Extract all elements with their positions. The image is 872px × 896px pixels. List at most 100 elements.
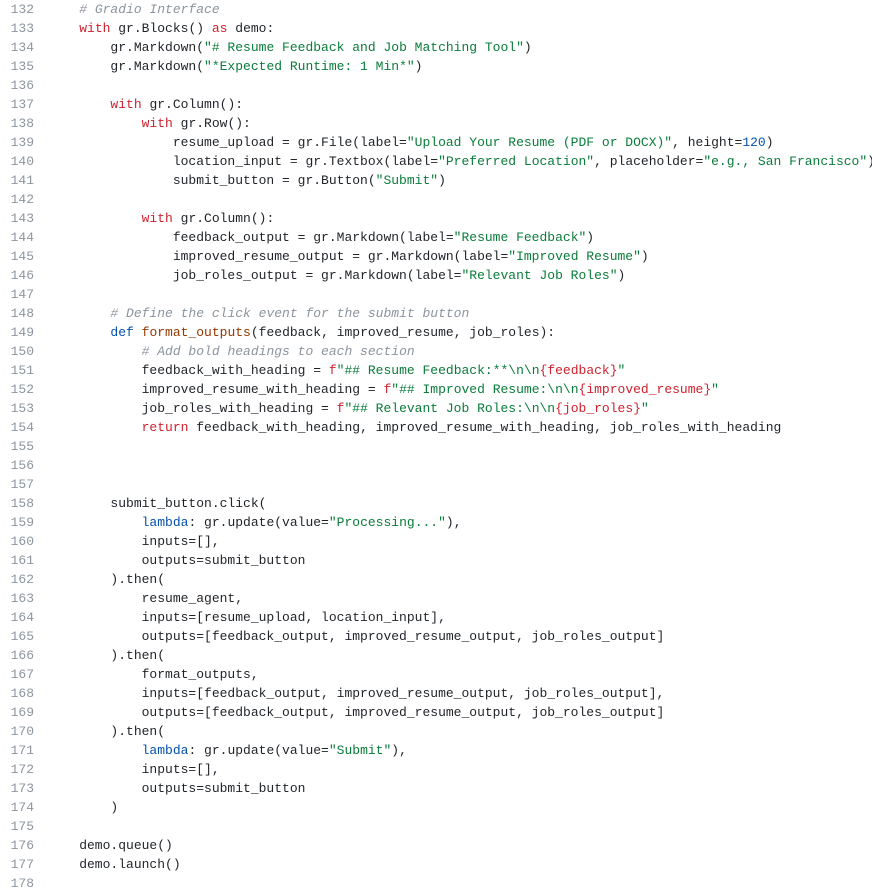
code-line[interactable]: 177 demo.launch() (0, 855, 872, 874)
code-line[interactable]: 135 gr.Markdown("*Expected Runtime: 1 Mi… (0, 57, 872, 76)
code-line[interactable]: 139 resume_upload = gr.File(label="Uploa… (0, 133, 872, 152)
code-content[interactable]: inputs=[], (48, 532, 872, 551)
code-line[interactable]: 153 job_roles_with_heading = f"## Releva… (0, 399, 872, 418)
code-line[interactable]: 161 outputs=submit_button (0, 551, 872, 570)
code-line[interactable]: 141 submit_button = gr.Button("Submit") (0, 171, 872, 190)
code-content[interactable]: return feedback_with_heading, improved_r… (48, 418, 872, 437)
code-line[interactable]: 174 ) (0, 798, 872, 817)
code-line[interactable]: 176 demo.queue() (0, 836, 872, 855)
code-line[interactable]: 137 with gr.Column(): (0, 95, 872, 114)
code-content[interactable]: ).then( (48, 646, 872, 665)
code-content[interactable]: job_roles_output = gr.Markdown(label="Re… (48, 266, 872, 285)
code-content[interactable]: feedback_output = gr.Markdown(label="Res… (48, 228, 872, 247)
code-content[interactable]: lambda: gr.update(value="Processing...")… (48, 513, 872, 532)
code-line[interactable]: 136 (0, 76, 872, 95)
line-number: 174 (0, 798, 48, 817)
code-line[interactable]: 142 (0, 190, 872, 209)
code-content[interactable]: demo.queue() (48, 836, 872, 855)
code-line[interactable]: 145 improved_resume_output = gr.Markdown… (0, 247, 872, 266)
code-content[interactable] (48, 76, 872, 95)
code-line[interactable]: 132 # Gradio Interface (0, 0, 872, 19)
code-line[interactable]: 160 inputs=[], (0, 532, 872, 551)
code-line[interactable]: 170 ).then( (0, 722, 872, 741)
code-line[interactable]: 140 location_input = gr.Textbox(label="P… (0, 152, 872, 171)
code-content[interactable]: resume_upload = gr.File(label="Upload Yo… (48, 133, 872, 152)
code-content[interactable] (48, 190, 872, 209)
code-content[interactable] (48, 285, 872, 304)
code-line[interactable]: 143 with gr.Column(): (0, 209, 872, 228)
code-content[interactable]: with gr.Blocks() as demo: (48, 19, 872, 38)
code-line[interactable]: 154 return feedback_with_heading, improv… (0, 418, 872, 437)
code-line[interactable]: 138 with gr.Row(): (0, 114, 872, 133)
code-line[interactable]: 134 gr.Markdown("# Resume Feedback and J… (0, 38, 872, 57)
code-line[interactable]: 150 # Add bold headings to each section (0, 342, 872, 361)
code-content[interactable]: with gr.Column(): (48, 209, 872, 228)
code-content[interactable]: inputs=[], (48, 760, 872, 779)
code-content[interactable]: submit_button = gr.Button("Submit") (48, 171, 872, 190)
code-content[interactable]: demo.launch() (48, 855, 872, 874)
code-line[interactable]: 147 (0, 285, 872, 304)
code-content[interactable]: inputs=[feedback_output, improved_resume… (48, 684, 872, 703)
line-number: 178 (0, 874, 48, 893)
code-content[interactable]: improved_resume_output = gr.Markdown(lab… (48, 247, 872, 266)
code-line[interactable]: 133 with gr.Blocks() as demo: (0, 19, 872, 38)
code-line[interactable]: 163 resume_agent, (0, 589, 872, 608)
code-content[interactable]: job_roles_with_heading = f"## Relevant J… (48, 399, 872, 418)
code-content[interactable]: gr.Markdown("*Expected Runtime: 1 Min*") (48, 57, 872, 76)
code-content[interactable]: outputs=[feedback_output, improved_resum… (48, 703, 872, 722)
code-content[interactable]: # Gradio Interface (48, 0, 872, 19)
code-content[interactable]: submit_button.click( (48, 494, 872, 513)
code-content[interactable] (48, 475, 872, 494)
code-line[interactable]: 144 feedback_output = gr.Markdown(label=… (0, 228, 872, 247)
code-line[interactable]: 156 (0, 456, 872, 475)
code-content[interactable]: format_outputs, (48, 665, 872, 684)
code-content[interactable]: def format_outputs(feedback, improved_re… (48, 323, 872, 342)
code-content[interactable] (48, 437, 872, 456)
code-content[interactable]: feedback_with_heading = f"## Resume Feed… (48, 361, 872, 380)
code-line[interactable]: 171 lambda: gr.update(value="Submit"), (0, 741, 872, 760)
code-line[interactable]: 149 def format_outputs(feedback, improve… (0, 323, 872, 342)
code-content[interactable]: with gr.Row(): (48, 114, 872, 133)
code-line[interactable]: 159 lambda: gr.update(value="Processing.… (0, 513, 872, 532)
code-content[interactable]: # Define the click event for the submit … (48, 304, 872, 323)
line-number: 146 (0, 266, 48, 285)
code-line[interactable]: 157 (0, 475, 872, 494)
code-line[interactable]: 155 (0, 437, 872, 456)
code-content[interactable]: ) (48, 798, 872, 817)
code-line[interactable]: 168 inputs=[feedback_output, improved_re… (0, 684, 872, 703)
code-content[interactable]: improved_resume_with_heading = f"## Impr… (48, 380, 872, 399)
code-line[interactable]: 169 outputs=[feedback_output, improved_r… (0, 703, 872, 722)
code-line[interactable]: 164 inputs=[resume_upload, location_inpu… (0, 608, 872, 627)
code-content[interactable]: ).then( (48, 722, 872, 741)
code-line[interactable]: 148 # Define the click event for the sub… (0, 304, 872, 323)
code-content[interactable] (48, 874, 872, 893)
code-line[interactable]: 172 inputs=[], (0, 760, 872, 779)
code-content[interactable]: outputs=[feedback_output, improved_resum… (48, 627, 872, 646)
code-line[interactable]: 146 job_roles_output = gr.Markdown(label… (0, 266, 872, 285)
code-content[interactable]: location_input = gr.Textbox(label="Prefe… (48, 152, 872, 171)
code-line[interactable]: 158 submit_button.click( (0, 494, 872, 513)
line-number: 145 (0, 247, 48, 266)
code-line[interactable]: 165 outputs=[feedback_output, improved_r… (0, 627, 872, 646)
code-content[interactable] (48, 817, 872, 836)
code-content[interactable]: resume_agent, (48, 589, 872, 608)
code-content[interactable]: ).then( (48, 570, 872, 589)
code-editor[interactable]: 132 # Gradio Interface133 with gr.Blocks… (0, 0, 872, 893)
code-content[interactable]: with gr.Column(): (48, 95, 872, 114)
code-line[interactable]: 175 (0, 817, 872, 836)
code-line[interactable]: 152 improved_resume_with_heading = f"## … (0, 380, 872, 399)
code-line[interactable]: 167 format_outputs, (0, 665, 872, 684)
code-content[interactable]: outputs=submit_button (48, 551, 872, 570)
code-content[interactable]: inputs=[resume_upload, location_input], (48, 608, 872, 627)
code-line[interactable]: 151 feedback_with_heading = f"## Resume … (0, 361, 872, 380)
code-line[interactable]: 166 ).then( (0, 646, 872, 665)
code-content[interactable]: outputs=submit_button (48, 779, 872, 798)
code-line[interactable]: 162 ).then( (0, 570, 872, 589)
code-line[interactable]: 173 outputs=submit_button (0, 779, 872, 798)
code-content[interactable]: lambda: gr.update(value="Submit"), (48, 741, 872, 760)
code-line[interactable]: 178 (0, 874, 872, 893)
code-content[interactable]: # Add bold headings to each section (48, 342, 872, 361)
code-content[interactable]: gr.Markdown("# Resume Feedback and Job M… (48, 38, 872, 57)
code-content[interactable] (48, 456, 872, 475)
line-number: 149 (0, 323, 48, 342)
